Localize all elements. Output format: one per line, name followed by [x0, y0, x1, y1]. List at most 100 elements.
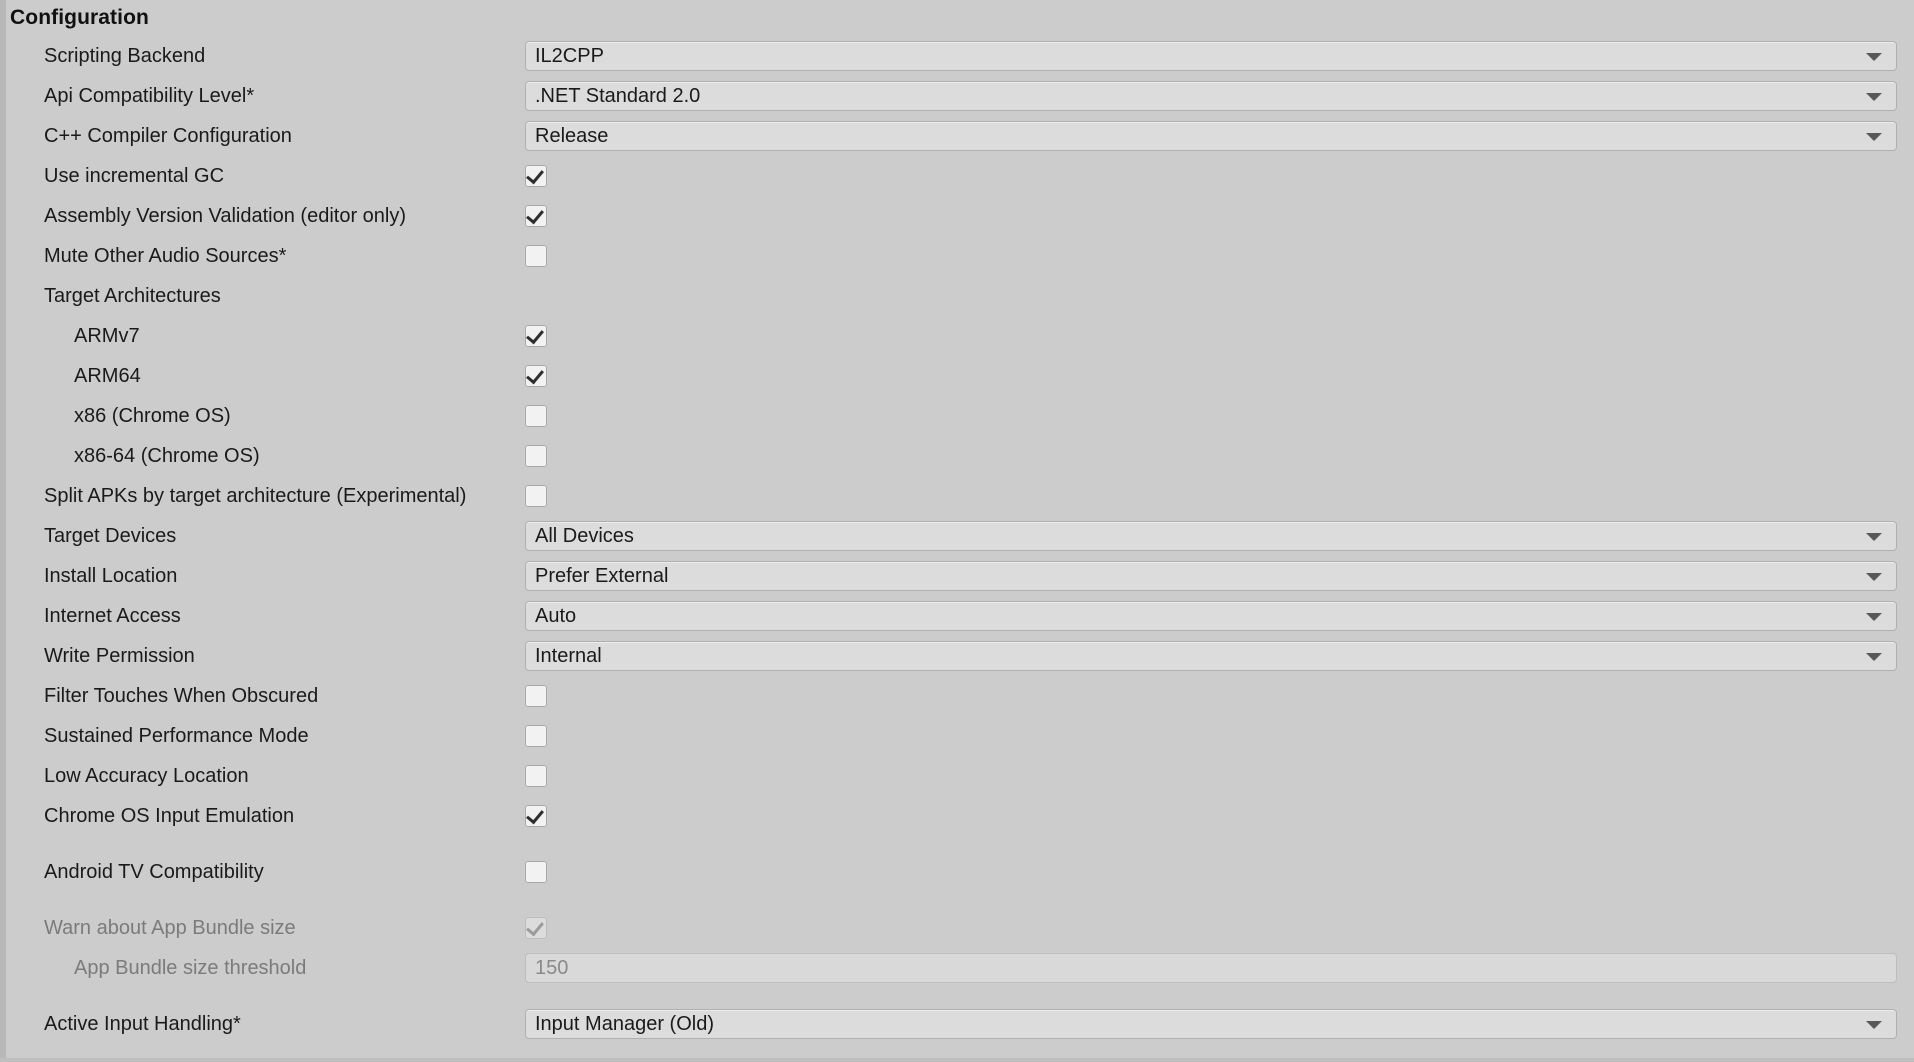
check-icon: [526, 805, 544, 825]
label-clip: Sustained Performance Mode: [0, 716, 525, 756]
settings-row-api-compatibility-level: Api Compatibility Level* .NET Standard 2.…: [0, 76, 1914, 116]
control-cell: [525, 476, 547, 516]
dropdown-value: Prefer External: [535, 564, 669, 587]
chevron-down-icon: [1866, 653, 1882, 661]
checkbox-chrome-os-input-emulation[interactable]: [525, 805, 547, 827]
control-cell: All Devices: [525, 516, 1897, 556]
chevron-down-icon: [1866, 93, 1882, 101]
label-app-bundle-size-threshold: App Bundle size threshold: [74, 957, 307, 979]
checkbox-low-accuracy-location[interactable]: [525, 765, 547, 787]
dropdown-value: IL2CPP: [535, 44, 604, 67]
control-cell: [525, 852, 547, 892]
settings-row-chrome-os-input-emulation: Chrome OS Input Emulation: [0, 796, 1914, 836]
settings-row-split-apks-by-target-architecture: Split APKs by target architecture (Exper…: [0, 476, 1914, 516]
chevron-down-icon: [1866, 533, 1882, 541]
dropdown-value: Internal: [535, 644, 602, 667]
label-clip: Low Accuracy Location: [0, 756, 525, 796]
label-use-incremental-gc: Use incremental GC: [44, 165, 225, 187]
configuration-panel: Configuration Scripting Backend IL2CPP Api…: [0, 0, 1914, 1044]
settings-row-mute-other-audio-sources: Mute Other Audio Sources*: [0, 236, 1914, 276]
settings-row-sustained-performance-mode: Sustained Performance Mode: [0, 716, 1914, 756]
label-target-devices: Target Devices: [44, 525, 177, 547]
label-internet-access: Internet Access: [44, 605, 181, 627]
label-clip: Chrome OS Input Emulation: [0, 796, 525, 836]
settings-row-assembly-version-validation: Assembly Version Validation (editor only…: [0, 196, 1914, 236]
checkbox-assembly-version-validation[interactable]: [525, 205, 547, 227]
label-clip: ARM64: [0, 356, 525, 396]
control-cell: [525, 196, 547, 236]
checkbox-x86-chrome-os[interactable]: [525, 405, 547, 427]
label-clip: Android TV Compatibility: [0, 852, 525, 892]
dropdown-active-input-handling[interactable]: Input Manager (Old): [525, 1009, 1897, 1039]
settings-row-warn-about-app-bundle-size: Warn about App Bundle size: [0, 908, 1914, 948]
control-cell: 150: [525, 948, 1897, 988]
label-x86-64-chrome-os: x86-64 (Chrome OS): [74, 445, 260, 467]
dropdown-internet-access[interactable]: Auto: [525, 601, 1897, 631]
checkbox-warn-about-app-bundle-size: [525, 917, 547, 939]
settings-row-internet-access: Internet Access Auto: [0, 596, 1914, 636]
label-clip: C++ Compiler Configuration: [0, 116, 525, 156]
label-clip: x86-64 (Chrome OS): [0, 436, 525, 476]
label-clip: Write Permission: [0, 636, 525, 676]
settings-rows: Scripting Backend IL2CPP Api Compatibility…: [0, 36, 1914, 1044]
dropdown-value: Release: [535, 124, 609, 147]
label-active-input-handling: Active Input Handling*: [44, 1013, 241, 1035]
settings-row-active-input-handling: Active Input Handling* Input Manager (Old…: [0, 1004, 1914, 1044]
settings-row-target-devices: Target Devices All Devices: [0, 516, 1914, 556]
control-cell: Release: [525, 116, 1897, 156]
settings-row-armv7: ARMv7: [0, 316, 1914, 356]
label-target-architectures: Target Architectures: [44, 285, 221, 307]
label-armv7: ARMv7: [74, 325, 140, 347]
control-cell: [525, 908, 547, 948]
label-warn-about-app-bundle-size: Warn about App Bundle size: [44, 917, 296, 939]
dropdown-value: Auto: [535, 604, 577, 627]
control-cell: Prefer External: [525, 556, 1897, 596]
label-install-location: Install Location: [44, 565, 178, 587]
label-scripting-backend: Scripting Backend: [44, 45, 206, 67]
settings-row-filter-touches-when-obscured: Filter Touches When Obscured: [0, 676, 1914, 716]
chevron-down-icon: [1866, 613, 1882, 621]
label-clip: App Bundle size threshold: [0, 948, 525, 988]
chevron-down-icon: [1866, 53, 1882, 61]
dropdown-install-location[interactable]: Prefer External: [525, 561, 1897, 591]
checkbox-mute-other-audio-sources[interactable]: [525, 245, 547, 267]
label-android-tv-compatibility: Android TV Compatibility: [44, 861, 264, 883]
checkbox-arm64[interactable]: [525, 365, 547, 387]
checkbox-x86-64-chrome-os[interactable]: [525, 445, 547, 467]
label-clip: Api Compatibility Level*: [0, 76, 525, 116]
checkbox-split-apks-by-target-architecture[interactable]: [525, 485, 547, 507]
dropdown-scripting-backend[interactable]: IL2CPP: [525, 41, 1897, 71]
checkbox-sustained-performance-mode[interactable]: [525, 725, 547, 747]
label-clip: Split APKs by target architecture (Exper…: [0, 476, 525, 516]
panel-bottom-edge: [0, 1058, 1914, 1062]
label-clip: ARMv7: [0, 316, 525, 356]
dropdown-api-compatibility-level[interactable]: .NET Standard 2.0: [525, 81, 1897, 111]
settings-row-install-location: Install Location Prefer External: [0, 556, 1914, 596]
dropdown-write-permission[interactable]: Internal: [525, 641, 1897, 671]
settings-row-arm64: ARM64: [0, 356, 1914, 396]
settings-row-write-permission: Write Permission Internal: [0, 636, 1914, 676]
control-cell: [525, 756, 547, 796]
label-arm64: ARM64: [74, 365, 141, 387]
label-filter-touches-when-obscured: Filter Touches When Obscured: [44, 685, 319, 707]
checkbox-armv7[interactable]: [525, 325, 547, 347]
label-clip: x86 (Chrome OS): [0, 396, 525, 436]
control-cell: [525, 356, 547, 396]
label-clip: Assembly Version Validation (editor only…: [0, 196, 525, 236]
label-sustained-performance-mode: Sustained Performance Mode: [44, 725, 309, 747]
check-icon: [526, 205, 544, 225]
control-cell: .NET Standard 2.0: [525, 76, 1897, 116]
text-input-app-bundle-size-threshold: 150: [525, 953, 1897, 983]
control-cell: [525, 436, 547, 476]
control-cell: [525, 236, 547, 276]
checkbox-filter-touches-when-obscured[interactable]: [525, 685, 547, 707]
dropdown-target-devices[interactable]: All Devices: [525, 521, 1897, 551]
label-clip: Internet Access: [0, 596, 525, 636]
checkbox-use-incremental-gc[interactable]: [525, 165, 547, 187]
settings-row-target-architectures: Target Architectures: [0, 276, 1914, 316]
dropdown-cpp-compiler-configuration[interactable]: Release: [525, 121, 1897, 151]
control-cell: Auto: [525, 596, 1897, 636]
chevron-down-icon: [1866, 133, 1882, 141]
checkbox-android-tv-compatibility[interactable]: [525, 861, 547, 883]
label-api-compatibility-level: Api Compatibility Level*: [44, 85, 255, 107]
